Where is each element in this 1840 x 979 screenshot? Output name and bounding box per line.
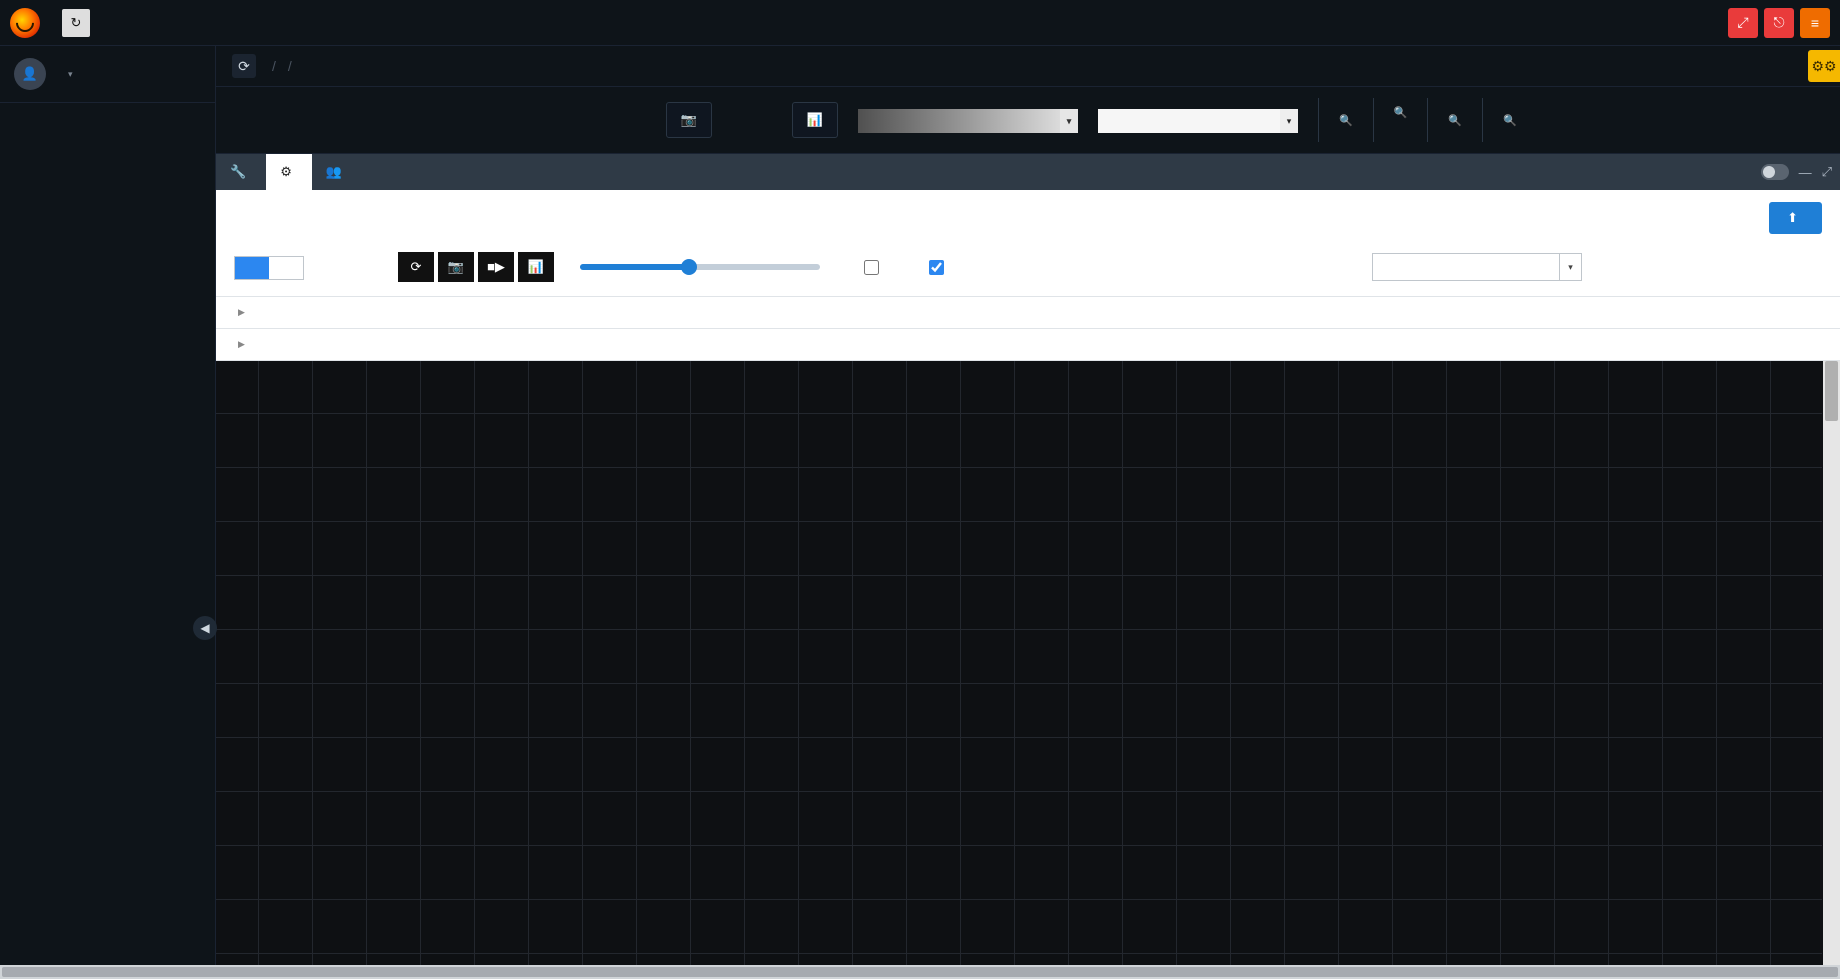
refresh-icon: ⟳ xyxy=(411,259,422,275)
chevron-down-icon: ▾ xyxy=(1060,109,1078,133)
project-select[interactable]: ▾ xyxy=(858,109,1078,133)
users-icon: 👥 xyxy=(326,164,342,180)
tab-permissions[interactable]: 👥 xyxy=(312,154,362,190)
search-icon[interactable]: 🔍 xyxy=(1503,114,1517,127)
panel-body: ⬆ ⟳ 📷 ■▶ 📊 xyxy=(216,190,1840,361)
menu-button[interactable]: ≡ xyxy=(1800,8,1830,38)
mode-on xyxy=(235,257,269,279)
breadcrumb-bar: ⟳ / / ⚙⚙ xyxy=(216,46,1840,86)
wrench-icon: 🔧 xyxy=(230,164,246,180)
edges-layer xyxy=(216,361,516,511)
caret-right-icon: ▶ xyxy=(238,339,245,350)
info-bar: 📷 📊 ▾ ▾ 🔍 � xyxy=(216,86,1840,154)
pause-checkbox[interactable] xyxy=(864,260,885,275)
graph-button[interactable]: 📊 xyxy=(518,252,554,282)
search-icon[interactable]: 🔍 xyxy=(1394,106,1408,119)
reload-button[interactable]: ⟳ xyxy=(398,252,434,282)
top-header: ↻ ⤢ ⎋ ≡ xyxy=(0,0,1840,46)
chevron-down-icon: ▾ xyxy=(68,69,73,80)
fes-select[interactable]: ▾ xyxy=(1098,109,1298,133)
vertical-scrollbar[interactable] xyxy=(1823,361,1840,979)
chart-icon: 📊 xyxy=(807,112,823,128)
stat-info: 🔍 xyxy=(1427,98,1462,142)
scrollbar-thumb[interactable] xyxy=(2,967,1838,977)
expand-icon: ⤢ xyxy=(1737,14,1748,31)
panel-tools: — ⤢ xyxy=(1753,154,1840,190)
mode-block xyxy=(234,252,304,282)
panel-minimize-button[interactable]: — xyxy=(1799,165,1812,180)
tab-project-settings[interactable]: ⚙ xyxy=(266,154,312,190)
main: ⟳ / / ⚙⚙ 📷 📊 ▾ xyxy=(216,46,1840,979)
mode-off xyxy=(269,257,303,279)
project-select-block: ▾ xyxy=(858,107,1078,133)
control-buttons: ⟳ 📷 ■▶ 📊 xyxy=(398,252,554,282)
stat-error: 🔍 xyxy=(1318,98,1353,142)
fullscreen-button[interactable]: ⤢ xyxy=(1728,8,1758,38)
user-menu[interactable]: 👤 ▾ xyxy=(0,46,215,103)
bars-icon: ≡ xyxy=(1811,15,1819,31)
breadcrumb-sep: / xyxy=(272,58,276,74)
refresh-icon: ⟳ xyxy=(238,58,250,75)
chevron-down-icon: ▾ xyxy=(1559,254,1581,280)
sidebar-collapse-button[interactable]: ◀ xyxy=(193,616,217,640)
stat-warn: 🔍 xyxy=(1373,98,1408,142)
update-button[interactable]: ⬆ xyxy=(1769,202,1822,234)
signout-icon: ⎋ xyxy=(1773,14,1784,31)
caret-right-icon: ▶ xyxy=(238,307,245,318)
scrollbar-thumb[interactable] xyxy=(1825,361,1838,421)
gears-icon: ⚙⚙ xyxy=(1811,58,1836,75)
speed-slider[interactable] xyxy=(580,264,820,270)
graph-canvas[interactable] xyxy=(216,361,1840,979)
refresh-button[interactable]: ⟳ xyxy=(232,54,256,78)
user-icon: 👤 xyxy=(22,66,38,82)
history-icon: ↻ xyxy=(71,15,82,31)
chart-button[interactable]: 📊 xyxy=(792,102,838,138)
history-button[interactable]: ↻ xyxy=(62,9,90,37)
chevron-down-icon: ▾ xyxy=(1280,109,1298,133)
camera-button[interactable]: 📷 xyxy=(666,102,712,138)
tab-basic[interactable]: 🔧 xyxy=(216,154,266,190)
accordion-add-node[interactable]: ▶ xyxy=(216,329,1840,361)
snapshot-button[interactable]: 📷 xyxy=(438,252,474,282)
camera-icon: 📷 xyxy=(448,259,464,275)
page-horizontal-scrollbar[interactable] xyxy=(0,965,1840,979)
avatar: 👤 xyxy=(14,58,46,90)
node-list-select[interactable]: ▾ xyxy=(1372,253,1582,281)
checked-only-checkbox[interactable] xyxy=(929,260,950,275)
checked-only-input[interactable] xyxy=(929,260,944,275)
accordion: ▶ ▶ xyxy=(216,296,1840,361)
settings-fab[interactable]: ⚙⚙ xyxy=(1808,50,1840,82)
fes-select-block: ▾ xyxy=(1098,107,1298,133)
slider-fill xyxy=(580,264,686,270)
stat-rules: 🔍 xyxy=(1482,98,1517,142)
panel-expand-button[interactable]: ⤢ xyxy=(1822,164,1832,180)
accordion-tools[interactable]: ▶ xyxy=(216,297,1840,329)
search-icon[interactable]: 🔍 xyxy=(1448,114,1462,127)
mode-switch[interactable] xyxy=(234,256,304,280)
slider-thumb[interactable] xyxy=(681,259,697,275)
breadcrumb-sep: / xyxy=(288,58,292,74)
chart-icon: 📊 xyxy=(528,259,544,275)
gears-icon: ⚙ xyxy=(280,164,292,180)
video-icon: ■▶ xyxy=(487,259,505,275)
record-button[interactable]: ■▶ xyxy=(478,252,514,282)
logo xyxy=(10,8,48,38)
logo-icon xyxy=(10,8,40,38)
pause-checkbox-input[interactable] xyxy=(864,260,879,275)
controls-row: ⟳ 📷 ■▶ 📊 xyxy=(216,246,1840,296)
tab-strip: 🔧 ⚙ 👥 — ⤢ xyxy=(216,154,1840,190)
camera-icon: 📷 xyxy=(681,112,697,128)
logout-button[interactable]: ⎋ xyxy=(1764,8,1794,38)
chevron-left-icon: ◀ xyxy=(200,621,209,635)
upload-icon: ⬆ xyxy=(1787,210,1798,226)
sidebar: 👤 ▾ ◀ xyxy=(0,46,216,979)
panel-toggle[interactable] xyxy=(1761,164,1789,180)
top-right-tools: ⤢ ⎋ ≡ xyxy=(1728,8,1830,38)
section-header: ⬆ xyxy=(216,190,1840,246)
search-icon[interactable]: 🔍 xyxy=(1339,114,1353,127)
